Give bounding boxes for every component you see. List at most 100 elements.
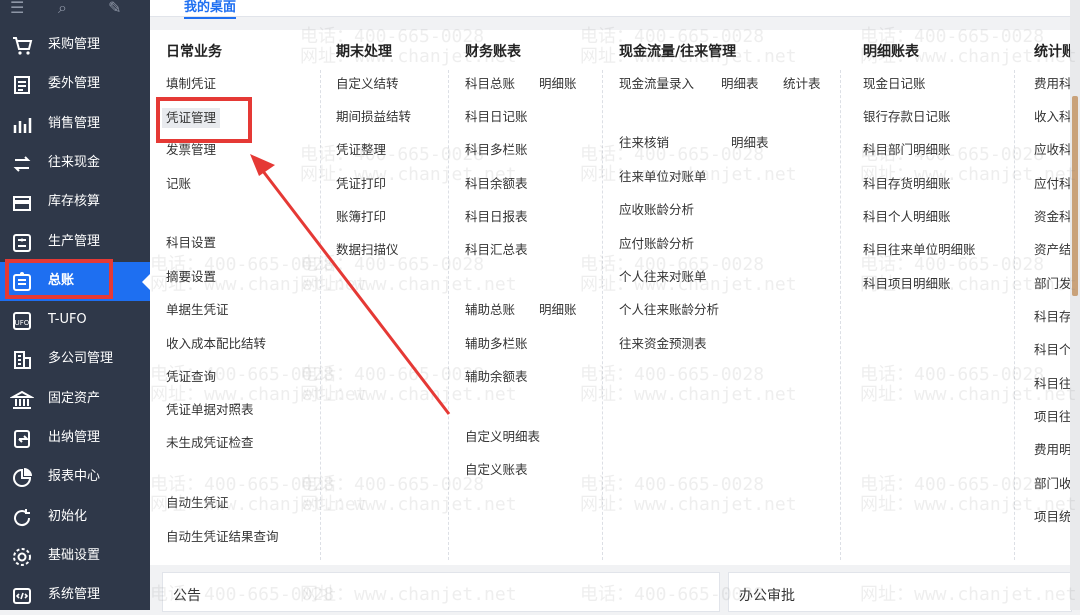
sidebar-item-10[interactable]: 出纳管理 <box>0 419 150 458</box>
code-icon <box>10 584 34 608</box>
menu-item[interactable]: 科目个 <box>1034 341 1070 359</box>
menu-item[interactable]: 资产结 <box>1034 241 1070 259</box>
menu-item[interactable]: 明细账 <box>539 301 577 319</box>
scrollbar-thumb[interactable] <box>1072 96 1078 296</box>
menu-item[interactable]: 发票管理 <box>166 141 216 159</box>
menu-item[interactable]: 明细表 <box>721 75 759 93</box>
menu-item[interactable]: 记账 <box>166 175 191 193</box>
menu-item[interactable]: 现金日记账 <box>863 75 926 93</box>
sidebar-item-5[interactable]: 生产管理 <box>0 223 150 262</box>
menu-item[interactable]: 往来资金预测表 <box>619 335 707 353</box>
ufo-icon: UFO <box>10 309 34 333</box>
sidebar: ☰ ⌕ ✎ 采购管理 委外管理 销售管理 往来现金 库存核算 生产管理 总账 UFO T-UFO… <box>0 0 150 610</box>
menu-item[interactable]: 科目存 <box>1034 308 1070 326</box>
column-stats-title: 统计账 <box>1034 44 1070 60</box>
menu-item[interactable]: 科目存货明细账 <box>863 175 951 193</box>
menu-item[interactable]: 应收账龄分析 <box>619 201 694 219</box>
search-icon[interactable]: ⌕ <box>58 0 67 16</box>
menu-item[interactable]: 明细表 <box>731 134 769 152</box>
menu-item[interactable]: 科目往 <box>1034 375 1070 393</box>
menu-item[interactable]: 自动生凭证 <box>166 494 229 512</box>
sidebar-item-14[interactable]: 系统管理 <box>0 576 150 615</box>
menu-item[interactable]: 填制凭证 <box>166 75 216 93</box>
menu-item[interactable]: 明细账 <box>539 75 577 93</box>
menu-item[interactable]: 科目总账 <box>465 75 515 93</box>
menu-item[interactable]: 单据生凭证 <box>166 301 229 319</box>
menu-item[interactable]: 收入成本配比结转 <box>166 335 266 353</box>
sidebar-item-label: 报表中心 <box>48 469 101 485</box>
menu-item[interactable]: 自定义账表 <box>465 461 528 479</box>
menu-item[interactable]: 应收科 <box>1034 141 1070 159</box>
notice-title: 公告 <box>173 588 201 604</box>
menu-item[interactable]: 费用科 <box>1034 75 1070 93</box>
menu-item[interactable]: 摘要设置 <box>166 268 216 286</box>
menu-item[interactable]: 科目项目明细账 <box>863 275 951 293</box>
sidebar-item-9[interactable]: 固定资产 <box>0 380 150 419</box>
menu-item[interactable]: 应付科 <box>1034 175 1070 193</box>
menu-item[interactable]: 科目余额表 <box>465 175 528 193</box>
menu-item[interactable]: 现金流量录入 <box>619 75 694 93</box>
sidebar-item-label: T-UFO <box>48 312 87 328</box>
menu-item[interactable]: 辅助多栏账 <box>465 335 528 353</box>
menu-item[interactable]: 凭证打印 <box>336 175 386 193</box>
tab-my-desktop[interactable]: 我的桌面 <box>184 0 237 19</box>
column-divider <box>448 70 449 560</box>
menu-item[interactable]: 自动生凭证结果查询 <box>166 528 279 546</box>
menu-item[interactable]: 收入科 <box>1034 108 1070 126</box>
sidebar-item-4[interactable]: 库存核算 <box>0 183 150 222</box>
menu-item[interactable]: 科目设置 <box>166 234 216 252</box>
sidebar-item-7[interactable]: UFO T-UFO <box>0 301 150 340</box>
menu-item[interactable]: 账簿打印 <box>336 208 386 226</box>
menu-item[interactable]: 科目个人明细账 <box>863 208 951 226</box>
menu-item[interactable]: 个人往来账龄分析 <box>619 301 719 319</box>
sidebar-item-3[interactable]: 往来现金 <box>0 144 150 183</box>
menu-item[interactable]: 项目往 <box>1034 408 1070 426</box>
column-divider <box>1014 70 1015 560</box>
menu-item[interactable]: 费用明 <box>1034 441 1070 459</box>
bank-icon <box>10 388 34 412</box>
menu-item[interactable]: 银行存款日记账 <box>863 108 951 126</box>
menu-item[interactable]: 科目往来单位明细账 <box>863 241 976 259</box>
menu-item[interactable]: 部门发 <box>1034 275 1070 293</box>
inventory-icon <box>10 191 34 215</box>
menu-item[interactable]: 资金科 <box>1034 208 1070 226</box>
menu-item[interactable]: 科目汇总表 <box>465 241 528 259</box>
menu-item[interactable]: 往来单位对账单 <box>619 168 707 186</box>
menu-item[interactable]: 部门收 <box>1034 475 1070 493</box>
menu-item[interactable]: 往来核销 <box>619 134 669 152</box>
menu-item[interactable]: 科目多栏账 <box>465 141 528 159</box>
sidebar-item-12[interactable]: 初始化 <box>0 498 150 537</box>
menu-item[interactable]: 自定义结转 <box>336 75 399 93</box>
menu-item[interactable]: 凭证单据对照表 <box>166 401 254 419</box>
menu-item[interactable]: 项目统 <box>1034 508 1070 526</box>
menu-item[interactable]: 凭证整理 <box>336 141 386 159</box>
menu-item[interactable]: 应付账龄分析 <box>619 235 694 253</box>
menu-item[interactable]: 统计表 <box>783 75 821 93</box>
menu-item[interactable]: 辅助总账 <box>465 301 515 319</box>
menu-item[interactable]: 期间损益结转 <box>336 108 411 126</box>
menu-item[interactable]: 个人往来对账单 <box>619 268 707 286</box>
edit-icon[interactable]: ✎ <box>108 0 121 16</box>
scrollbar[interactable] <box>1070 0 1080 610</box>
sidebar-item-1[interactable]: 委外管理 <box>0 65 150 104</box>
menu-icon[interactable]: ☰ <box>10 0 24 16</box>
outsource-icon <box>10 73 34 97</box>
sidebar-item-0[interactable]: 采购管理 <box>0 26 150 65</box>
menu-item[interactable]: 凭证查询 <box>166 368 216 386</box>
exchange-icon <box>10 152 34 176</box>
menu-item[interactable]: 科目部门明细账 <box>863 141 951 159</box>
sales-chart-icon <box>10 113 34 137</box>
sidebar-item-8[interactable]: 多公司管理 <box>0 340 150 379</box>
menu-item[interactable]: 自定义明细表 <box>465 428 540 446</box>
menu-item[interactable]: 未生成凭证检查 <box>166 434 254 452</box>
menu-item[interactable]: 数据扫描仪 <box>336 241 399 259</box>
menu-item[interactable]: 科目日记账 <box>465 108 528 126</box>
ledger-menu-panel: 日常业务 填制凭证 凭证管理 发票管理 记账 科目设置 摘要设置 单据生凭证 收入成本配比结转凭… <box>150 30 1070 565</box>
menu-item[interactable]: 辅助余额表 <box>465 368 528 386</box>
sidebar-item-2[interactable]: 销售管理 <box>0 105 150 144</box>
menu-item[interactable]: 科目日报表 <box>465 208 528 226</box>
sidebar-item-13[interactable]: 基础设置 <box>0 537 150 576</box>
cart-icon <box>10 34 34 58</box>
sidebar-item-11[interactable]: 报表中心 <box>0 458 150 497</box>
building-icon <box>10 348 34 372</box>
